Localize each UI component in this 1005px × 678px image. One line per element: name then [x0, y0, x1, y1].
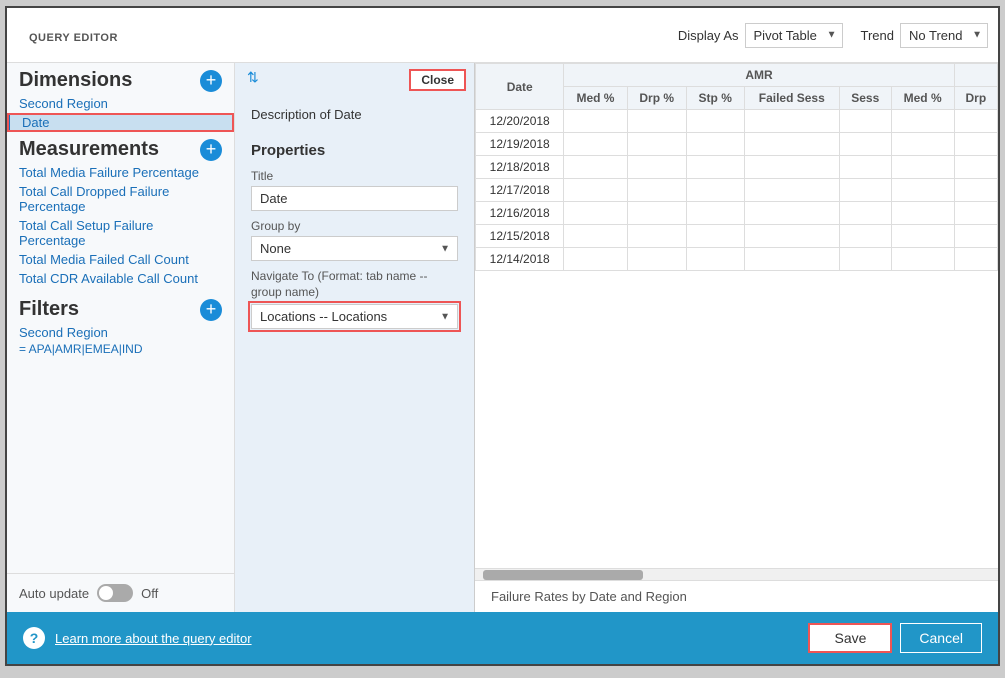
- group-by-select[interactable]: None: [251, 236, 458, 261]
- date-cell: 12/17/2018: [476, 179, 564, 202]
- sub-header-sess: Sess: [839, 87, 891, 110]
- sub-header-drp2: Drp: [954, 87, 997, 110]
- sub-header-failed-sess: Failed Sess: [744, 87, 839, 110]
- table-row: 12/18/2018: [476, 156, 998, 179]
- dimensions-title: Dimensions: [19, 69, 132, 92]
- title-input[interactable]: [251, 186, 458, 211]
- description-area: Description of Date: [235, 97, 474, 132]
- sidebar: Dimensions + Second Region Date Measurem…: [7, 63, 235, 612]
- description-text: Description of Date: [251, 107, 362, 122]
- table-row: 12/15/2018: [476, 225, 998, 248]
- measurement-media-failed-call[interactable]: Total Media Failed Call Count: [7, 250, 234, 269]
- trend-label: Trend: [861, 28, 894, 43]
- display-as-select-wrapper: Pivot Table: [745, 23, 843, 48]
- title-label: Title: [251, 169, 458, 183]
- right-panel: Date AMR Med % Drp % Stp % Failed Sess S…: [475, 63, 998, 612]
- display-as-select[interactable]: Pivot Table: [745, 23, 843, 48]
- table-row: 12/19/2018: [476, 133, 998, 156]
- amr-group-header: AMR: [564, 64, 954, 87]
- horizontal-scrollbar[interactable]: [475, 568, 998, 580]
- group-by-label: Group by: [251, 219, 458, 233]
- table-row: 12/16/2018: [476, 202, 998, 225]
- trend-select-wrapper: No Trend: [900, 23, 988, 48]
- filter-value: = APA|AMR|EMEA|IND: [7, 342, 234, 360]
- measurement-call-dropped[interactable]: Total Call Dropped Failure Percentage: [7, 182, 234, 216]
- date-cell: 12/19/2018: [476, 133, 564, 156]
- sub-header-stp: Stp %: [686, 87, 744, 110]
- scrollbar-thumb[interactable]: [483, 570, 643, 580]
- add-filter-button[interactable]: +: [200, 299, 222, 321]
- sort-arrows-icon: ⇅: [243, 69, 259, 91]
- measurement-call-setup[interactable]: Total Call Setup Failure Percentage: [7, 216, 234, 250]
- table-row: 12/17/2018: [476, 179, 998, 202]
- navigate-to-select[interactable]: Locations -- Locations: [251, 304, 458, 329]
- middle-panel: ⇅ Close Description of Date Properties T…: [235, 63, 475, 612]
- bottom-right-buttons: Save Cancel: [808, 623, 982, 653]
- sub-header-drp: Drp %: [627, 87, 686, 110]
- filters-title: Filters: [19, 298, 79, 321]
- add-measurement-button[interactable]: +: [200, 139, 222, 161]
- table-row: 12/14/2018: [476, 248, 998, 271]
- date-cell: 12/15/2018: [476, 225, 564, 248]
- add-dimension-button[interactable]: +: [200, 70, 222, 92]
- navigate-to-label: Navigate To (Format: tab name -- group n…: [251, 269, 458, 300]
- measurements-title: Measurements: [19, 138, 159, 161]
- group-by-select-wrapper: None: [251, 236, 458, 261]
- measurement-cdr-available[interactable]: Total CDR Available Call Count: [7, 269, 234, 288]
- sub-header-med2: Med %: [891, 87, 954, 110]
- sidebar-item-date[interactable]: Date: [7, 113, 234, 132]
- save-button[interactable]: Save: [808, 623, 892, 653]
- date-column-header: Date: [476, 64, 564, 110]
- properties-area: Properties Title Group by None Navigate …: [235, 132, 474, 612]
- toggle-state-label: Off: [141, 586, 158, 601]
- pivot-table: Date AMR Med % Drp % Stp % Failed Sess S…: [475, 63, 998, 271]
- trend-select[interactable]: No Trend: [900, 23, 988, 48]
- cancel-button[interactable]: Cancel: [900, 623, 982, 653]
- display-as-label: Display As: [678, 28, 739, 43]
- date-cell: 12/14/2018: [476, 248, 564, 271]
- bottom-bar: ? Learn more about the query editor Save…: [7, 612, 998, 664]
- sub-header-med: Med %: [564, 87, 627, 110]
- properties-title: Properties: [251, 142, 458, 159]
- pivot-table-area: Date AMR Med % Drp % Stp % Failed Sess S…: [475, 63, 998, 568]
- navigate-to-select-wrapper: Locations -- Locations: [251, 304, 458, 329]
- measurement-media-failure[interactable]: Total Media Failure Percentage: [7, 163, 234, 182]
- date-cell: 12/18/2018: [476, 156, 564, 179]
- toggle-knob: [99, 586, 113, 600]
- learn-more-link[interactable]: Learn more about the query editor: [55, 631, 252, 646]
- table-row: 12/20/2018: [476, 110, 998, 133]
- date-cell: 12/20/2018: [476, 110, 564, 133]
- filter-second-region[interactable]: Second Region: [7, 323, 234, 342]
- date-cell: 12/16/2018: [476, 202, 564, 225]
- query-editor-label: QUERY EDITOR: [17, 22, 130, 48]
- sidebar-item-second-region[interactable]: Second Region: [7, 94, 234, 113]
- extra-header: [954, 64, 997, 87]
- close-button[interactable]: Close: [409, 69, 466, 91]
- chart-title: Failure Rates by Date and Region: [475, 580, 998, 612]
- auto-update-toggle[interactable]: [97, 584, 133, 602]
- help-icon[interactable]: ?: [23, 627, 45, 649]
- auto-update-label: Auto update: [19, 586, 89, 601]
